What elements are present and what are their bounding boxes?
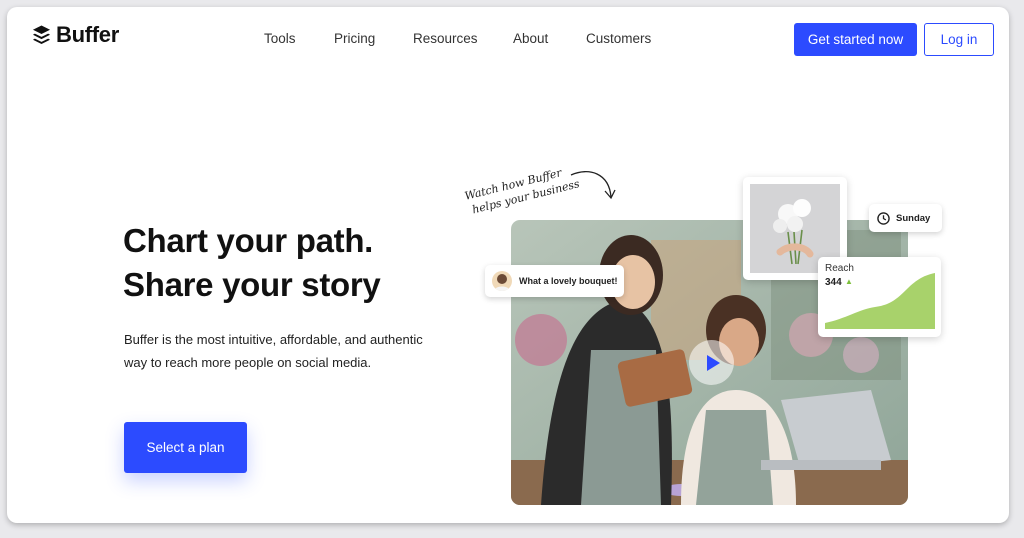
select-plan-button[interactable]: Select a plan: [124, 422, 247, 473]
clock-icon: [877, 211, 890, 225]
reach-value: 344: [825, 277, 842, 288]
play-icon: [706, 354, 720, 371]
reach-label: Reach: [825, 263, 854, 274]
avatar: [492, 271, 512, 291]
browser-frame: Buffer Tools Pricing Resources About Cus…: [7, 7, 1009, 523]
schedule-day: Sunday: [896, 212, 931, 224]
headline-line-1: Chart your path.: [123, 222, 374, 259]
play-button[interactable]: [689, 340, 734, 385]
person-avatar-icon: [494, 274, 510, 291]
login-button[interactable]: Log in: [924, 23, 994, 56]
curved-arrow-icon: [570, 171, 616, 200]
headline-line-2: Share your story: [123, 266, 381, 303]
nav-link-resources[interactable]: Resources: [413, 31, 478, 46]
hero-headline: Chart your path. Share your story: [123, 219, 381, 307]
nav-link-pricing[interactable]: Pricing: [334, 31, 375, 46]
get-started-button[interactable]: Get started now: [794, 23, 917, 56]
reach-card: Reach 344 ▲: [818, 257, 941, 337]
nav-link-about[interactable]: About: [513, 31, 548, 46]
comment-bubble: What a lovely bouquet!: [485, 265, 624, 297]
comment-text: What a lovely bouquet!: [519, 276, 618, 286]
schedule-badge: Sunday: [869, 204, 942, 232]
nav-link-tools[interactable]: Tools: [264, 31, 296, 46]
nav-link-customers[interactable]: Customers: [586, 31, 651, 46]
trend-up-icon: ▲: [845, 277, 853, 286]
handwritten-caption: Watch how Buffer helps your business: [463, 162, 581, 219]
hero-subtext: Buffer is the most intuitive, affordable…: [124, 332, 423, 370]
